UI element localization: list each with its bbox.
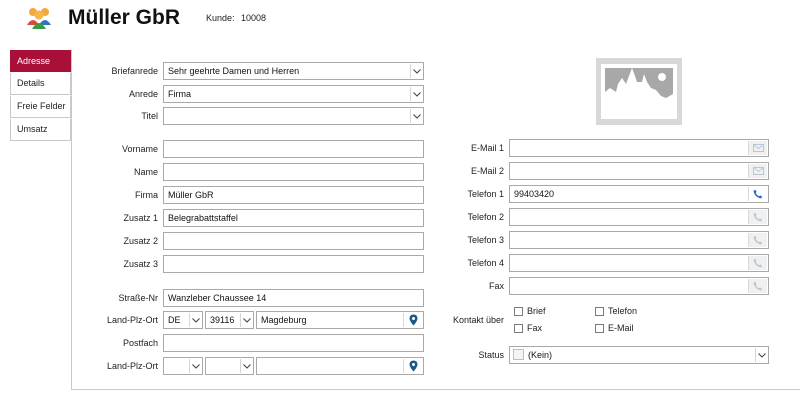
fax-checkbox[interactable] bbox=[514, 324, 523, 333]
telefon-checkbox[interactable] bbox=[595, 307, 604, 316]
anrede-label: Anrede bbox=[128, 89, 158, 99]
strasse-label: Straße-Nr bbox=[118, 293, 158, 303]
plz-2-select[interactable] bbox=[205, 357, 254, 375]
chevron-down-icon bbox=[410, 109, 422, 123]
telefon-option-label: Telefon bbox=[608, 306, 638, 316]
zusatz2-label: Zusatz 2 bbox=[123, 236, 158, 246]
telefon4-label: Telefon 4 bbox=[467, 258, 504, 268]
kunde-label: Kunde: bbox=[206, 13, 235, 23]
fax-option-label: Fax bbox=[527, 323, 543, 333]
titel-select[interactable] bbox=[163, 107, 424, 125]
status-value: (Kein) bbox=[528, 350, 553, 360]
map-pin-icon[interactable] bbox=[403, 313, 422, 327]
tab-details[interactable]: Details bbox=[10, 73, 71, 95]
ort-2-field[interactable] bbox=[256, 357, 424, 375]
vorname-field[interactable] bbox=[163, 140, 424, 158]
status-select[interactable]: (Kein) bbox=[509, 346, 769, 364]
chevron-down-icon bbox=[755, 348, 767, 362]
chevron-down-icon bbox=[240, 359, 252, 373]
fax-field[interactable] bbox=[509, 277, 769, 295]
kontakt-label: Kontakt über bbox=[452, 315, 504, 325]
phone-icon[interactable] bbox=[748, 233, 767, 247]
email2-label: E-Mail 2 bbox=[470, 166, 504, 176]
chevron-down-icon bbox=[410, 87, 422, 101]
land-value: DE bbox=[168, 315, 181, 325]
chevron-down-icon bbox=[240, 313, 252, 327]
users-icon bbox=[25, 5, 53, 29]
chevron-down-icon bbox=[189, 313, 201, 327]
telefon2-field[interactable] bbox=[509, 208, 769, 226]
chevron-down-icon bbox=[189, 359, 201, 373]
zusatz3-label: Zusatz 3 bbox=[123, 259, 158, 269]
telefon3-label: Telefon 3 bbox=[467, 235, 504, 245]
zusatz1-label: Zusatz 1 bbox=[123, 213, 158, 223]
firma-label: Firma bbox=[135, 190, 158, 200]
ort-field[interactable]: Magdeburg bbox=[256, 311, 424, 329]
land-select[interactable]: DE bbox=[163, 311, 203, 329]
telefon3-field[interactable] bbox=[509, 231, 769, 249]
titel-label: Titel bbox=[141, 111, 158, 121]
zusatz3-field[interactable] bbox=[163, 255, 424, 273]
brief-checkbox[interactable] bbox=[514, 307, 523, 316]
land-2-select[interactable] bbox=[163, 357, 203, 375]
name-label: Name bbox=[133, 167, 158, 177]
land-plz-ort-2-label: Land-Plz-Ort bbox=[106, 361, 158, 371]
brief-label: Brief bbox=[527, 306, 546, 316]
name-field[interactable] bbox=[163, 163, 424, 181]
briefanrede-select[interactable]: Sehr geehrte Damen und Herren bbox=[163, 62, 424, 80]
land-plz-ort-label: Land-Plz-Ort bbox=[106, 315, 158, 325]
email1-label: E-Mail 1 bbox=[470, 143, 504, 153]
phone-icon[interactable] bbox=[748, 279, 767, 293]
tab-adresse[interactable]: Adresse bbox=[10, 50, 71, 72]
briefanrede-value: Sehr geehrte Damen und Herren bbox=[168, 66, 300, 76]
image-placeholder-icon[interactable] bbox=[596, 58, 682, 125]
email-option-label: E-Mail bbox=[608, 323, 634, 333]
telefon1-field[interactable]: 99403420 bbox=[509, 185, 769, 203]
tab-umsatz[interactable]: Umsatz bbox=[10, 119, 71, 141]
telefon1-label: Telefon 1 bbox=[467, 189, 504, 199]
fax-label: Fax bbox=[488, 281, 504, 291]
postfach-label: Postfach bbox=[122, 338, 158, 348]
phone-icon[interactable] bbox=[748, 187, 767, 201]
anrede-select[interactable]: Firma bbox=[163, 85, 424, 103]
firma-field[interactable]: Müller GbR bbox=[163, 186, 424, 204]
email1-field[interactable] bbox=[509, 139, 769, 157]
ort-value: Magdeburg bbox=[261, 315, 307, 325]
mail-icon[interactable] bbox=[748, 164, 767, 178]
email-checkbox[interactable] bbox=[595, 324, 604, 333]
postfach-field[interactable] bbox=[163, 334, 424, 352]
phone-icon[interactable] bbox=[748, 210, 767, 224]
telefon4-field[interactable] bbox=[509, 254, 769, 272]
plz-value: 39116 bbox=[210, 315, 235, 325]
strasse-field[interactable]: Wanzleber Chaussee 14 bbox=[163, 289, 424, 307]
map-pin-icon[interactable] bbox=[403, 359, 422, 373]
telefon1-value: 99403420 bbox=[514, 189, 555, 199]
status-swatch-icon bbox=[513, 349, 524, 360]
page-title: Müller GbR bbox=[68, 6, 181, 29]
email2-field[interactable] bbox=[509, 162, 769, 180]
chevron-down-icon bbox=[410, 64, 422, 78]
anrede-value: Firma bbox=[168, 89, 191, 99]
tab-freie-felder[interactable]: Freie Felder bbox=[10, 96, 71, 118]
briefanrede-label: Briefanrede bbox=[111, 66, 158, 76]
zusatz1-field[interactable]: Belegrabattstaffel bbox=[163, 209, 424, 227]
telefon2-label: Telefon 2 bbox=[467, 212, 504, 222]
zusatz2-field[interactable] bbox=[163, 232, 424, 250]
kunde-number: 10008 bbox=[241, 13, 267, 23]
status-label: Status bbox=[478, 350, 504, 360]
plz-select[interactable]: 39116 bbox=[205, 311, 254, 329]
vorname-label: Vorname bbox=[121, 144, 158, 154]
phone-icon[interactable] bbox=[748, 256, 767, 270]
mail-icon[interactable] bbox=[748, 141, 767, 155]
